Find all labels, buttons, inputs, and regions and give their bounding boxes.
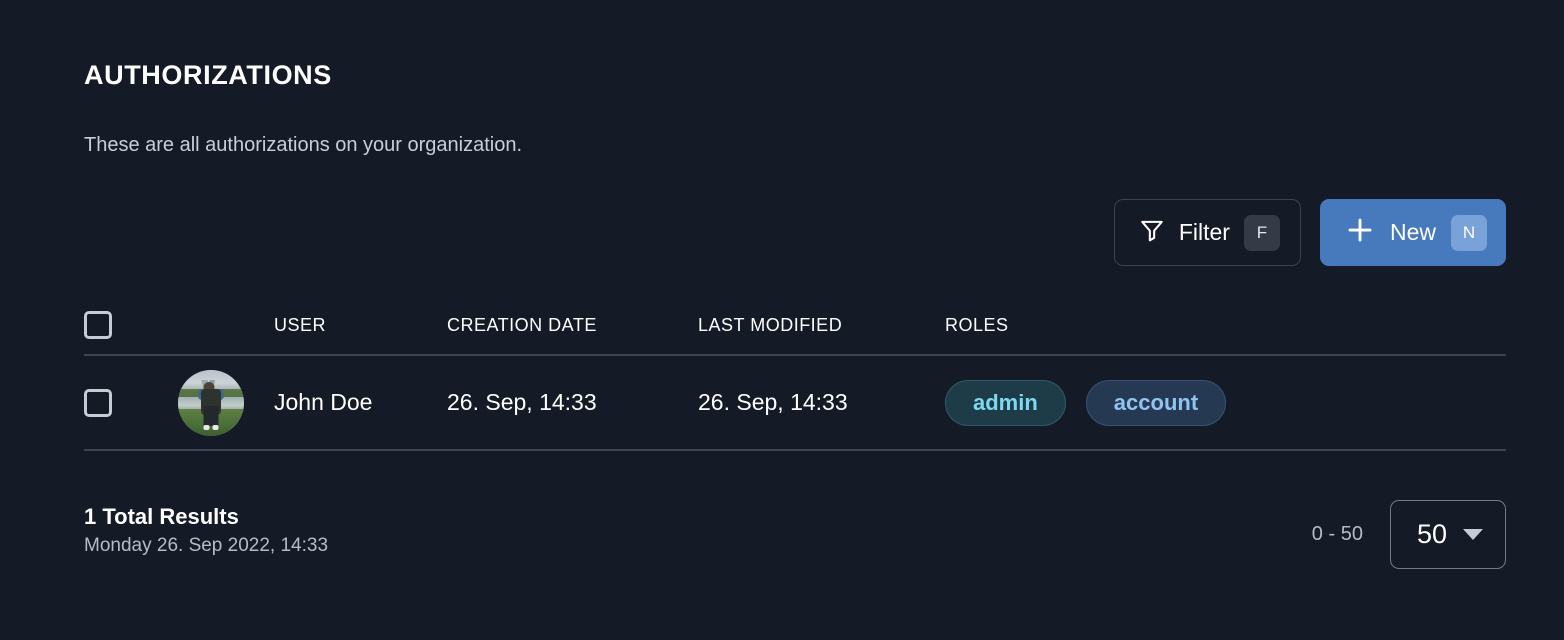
role-badge-account[interactable]: account: [1086, 380, 1226, 426]
avatar-person-legs: [204, 406, 219, 426]
role-badge-admin[interactable]: admin: [945, 380, 1066, 426]
column-header-creation-date[interactable]: CREATION DATE: [447, 315, 698, 336]
filter-button[interactable]: Filter F: [1114, 199, 1301, 266]
pagination-range: 0 - 50: [1312, 523, 1363, 546]
cell-creation-date: 26. Sep, 14:33: [447, 389, 698, 416]
select-all-checkbox[interactable]: [84, 311, 112, 339]
row-avatar-cell: [178, 370, 274, 436]
cell-roles: admin account: [945, 380, 1506, 426]
chevron-down-icon: [1463, 529, 1483, 540]
table-row[interactable]: John Doe 26. Sep, 14:33 26. Sep, 14:33 a…: [84, 356, 1506, 451]
plus-icon: [1345, 215, 1375, 250]
results-timestamp: Monday 26. Sep 2022, 14:33: [84, 535, 328, 557]
new-shortcut-badge: N: [1451, 215, 1487, 251]
pagination: 0 - 50 50: [1312, 500, 1506, 569]
total-results-label: 1 Total Results: [84, 504, 328, 530]
cell-last-modified: 26. Sep, 14:33: [698, 389, 945, 416]
row-select-cell: [84, 389, 178, 417]
new-button[interactable]: New N: [1320, 199, 1506, 266]
table-header-row: USER CREATION DATE LAST MODIFIED ROLES: [84, 296, 1506, 356]
page-title: AUTHORIZATIONS: [84, 60, 332, 91]
column-header-user[interactable]: USER: [274, 315, 447, 336]
authorizations-table: USER CREATION DATE LAST MODIFIED ROLES: [84, 296, 1506, 451]
page-size-select[interactable]: 50: [1390, 500, 1506, 569]
results-summary: 1 Total Results Monday 26. Sep 2022, 14:…: [84, 504, 328, 557]
page-size-value: 50: [1417, 519, 1447, 550]
authorizations-page: AUTHORIZATIONS These are all authorizati…: [0, 0, 1564, 640]
funnel-icon: [1139, 217, 1165, 248]
select-all-cell: [84, 311, 178, 339]
page-subtitle: These are all authorizations on your org…: [84, 134, 522, 157]
row-checkbox[interactable]: [84, 389, 112, 417]
cell-user-name: John Doe: [274, 389, 447, 416]
toolbar: Filter F New N: [1114, 199, 1506, 266]
avatar: [178, 370, 244, 436]
filter-shortcut-badge: F: [1244, 215, 1280, 251]
filter-button-label: Filter: [1179, 219, 1230, 246]
column-header-roles[interactable]: ROLES: [945, 315, 1506, 336]
new-button-label: New: [1390, 219, 1436, 246]
column-header-last-modified[interactable]: LAST MODIFIED: [698, 315, 945, 336]
